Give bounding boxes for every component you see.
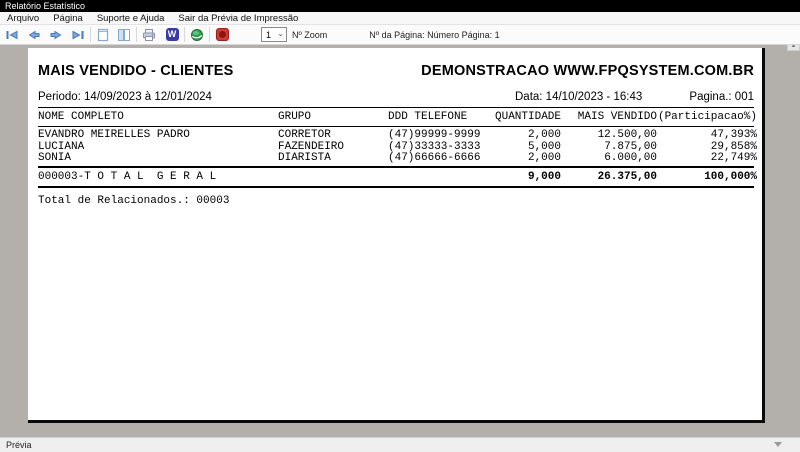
menu-pagina[interactable]: Página — [46, 12, 90, 25]
related-count-label: Total de Relacionados.: 00003 — [38, 195, 230, 207]
cell-vendido: 6.000,00 — [604, 152, 657, 164]
export-html-button[interactable] — [188, 26, 206, 44]
word-icon: W — [165, 28, 179, 41]
toolbar-separator — [184, 27, 185, 42]
report-title: MAIS VENDIDO - CLIENTES — [38, 63, 234, 79]
first-page-icon — [5, 28, 19, 42]
cell-nome: EVANDRO MEIRELLES PADRO — [38, 129, 190, 141]
preview-area: ▲ MAIS VENDIDO - CLIENTES DEMONSTRACAO W… — [0, 45, 800, 437]
previous-page-icon — [27, 28, 41, 42]
menu-sair-da-previa[interactable]: Sair da Prévia de Impressão — [171, 12, 305, 25]
toolbar-separator — [209, 27, 210, 42]
last-page-button[interactable] — [69, 26, 87, 44]
scrollbar-up-button[interactable]: ▲ — [787, 45, 800, 51]
report-period: Periodo: 14/09/2023 à 12/01/2024 — [38, 91, 212, 103]
chevron-down-icon: ⌄ — [277, 29, 284, 38]
printer-icon — [142, 28, 156, 42]
next-page-icon — [49, 28, 63, 42]
previous-page-button[interactable] — [25, 26, 43, 44]
status-label: Prévia — [6, 440, 32, 450]
cell-quantidade: 5,000 — [527, 140, 561, 153]
report-company: DEMONSTRACAO WWW.FPQSYSTEM.COM.BR — [421, 63, 754, 79]
window-title: Relatório Estatístico — [5, 1, 86, 11]
cell-telefone: (47)99999-9999 — [388, 129, 481, 141]
first-page-button[interactable] — [3, 26, 21, 44]
cell-participacao: 47,393% — [710, 129, 757, 141]
report-page: MAIS VENDIDO - CLIENTES DEMONSTRACAO WWW… — [28, 48, 765, 423]
col-header-vendido: MAIS VENDIDO — [577, 111, 657, 123]
close-report-icon — [215, 28, 229, 41]
total-vendido: 26.375,00 — [597, 171, 657, 183]
last-page-icon — [71, 28, 85, 42]
cell-participacao: 22,749% — [710, 152, 757, 164]
single-page-view-button[interactable] — [94, 26, 112, 44]
close-report-button[interactable] — [213, 26, 231, 44]
app-window: Relatório Estatístico Arquivo Página Sup… — [0, 0, 800, 452]
single-page-icon — [96, 28, 110, 42]
resize-grip-icon — [774, 442, 782, 447]
toolbar-separator — [136, 27, 137, 42]
cell-grupo: DIARISTA — [278, 152, 331, 164]
col-header-quantidade: QUANTIDADE — [495, 111, 562, 123]
table-header-row: NOME COMPLETO GRUPO DDD TELEFONE QUANTID… — [38, 108, 757, 127]
cell-participacao: 29,858% — [710, 140, 757, 153]
cell-quantidade: 2,000 — [527, 152, 561, 164]
table-row: SONIA DIARISTA (47)66666-6666 2,000 6.00… — [38, 152, 757, 164]
cell-grupo: FAZENDEIRO — [278, 140, 345, 153]
total-quantidade: 9,000 — [527, 171, 561, 183]
export-word-button[interactable]: W — [163, 26, 181, 44]
zoom-select[interactable]: 1 ⌄ — [261, 27, 287, 42]
globe-icon — [190, 28, 204, 42]
zoom-select-value: 1 — [266, 29, 272, 40]
col-header-telefone: DDD TELEFONE — [388, 111, 468, 123]
menu-suporte-e-ajuda[interactable]: Suporte e Ajuda — [90, 12, 172, 25]
table-row: EVANDRO MEIRELLES PADRO CORRETOR (47)999… — [38, 129, 757, 141]
two-page-view-button[interactable] — [115, 26, 133, 44]
cell-vendido: 7.875,00 — [604, 140, 657, 153]
menu-bar: Arquivo Página Suporte e Ajuda Sair da P… — [0, 12, 800, 25]
cell-grupo: CORRETOR — [278, 129, 331, 141]
cell-telefone: (47)66666-6666 — [388, 152, 481, 164]
report-meta: Periodo: 14/09/2023 à 12/01/2024 Data: 1… — [38, 91, 754, 104]
cell-nome: LUCIANA — [38, 140, 85, 153]
table-row: LUCIANA FAZENDEIRO (47)33333-3333 5,000 … — [38, 140, 757, 153]
total-row: 000003-T O T A L G E R A L 9,000 26.375,… — [38, 168, 757, 188]
zoom-label: Nº Zoom — [292, 29, 328, 40]
window-titlebar: Relatório Estatístico — [0, 0, 800, 12]
total-label: 000003-T O T A L G E R A L — [38, 171, 217, 183]
cell-quantidade: 2,000 — [527, 129, 561, 141]
toolbar-separator — [90, 27, 91, 42]
report-date: Data: 14/10/2023 - 16:43 — [515, 91, 643, 103]
report-page-number: Pagina.: 001 — [689, 91, 754, 103]
page-number-label: Nº da Página: Número Página: 1 — [369, 29, 500, 40]
status-bar: Prévia — [0, 437, 800, 452]
col-header-grupo: GRUPO — [278, 111, 312, 123]
print-button[interactable] — [140, 26, 158, 44]
col-header-nome: NOME COMPLETO — [38, 111, 124, 123]
cell-nome: SONIA — [38, 152, 72, 164]
menu-arquivo[interactable]: Arquivo — [0, 12, 46, 25]
toolbar: W 1 ⌄ Nº Zoom Nº da Página: Número Págin… — [0, 25, 800, 45]
col-header-participacao: (Participacao%) — [657, 111, 757, 123]
total-participacao: 100,000% — [704, 171, 757, 183]
cell-vendido: 12.500,00 — [597, 129, 657, 141]
two-page-icon — [117, 28, 131, 42]
next-page-button[interactable] — [47, 26, 65, 44]
cell-telefone: (47)33333-3333 — [388, 140, 481, 153]
